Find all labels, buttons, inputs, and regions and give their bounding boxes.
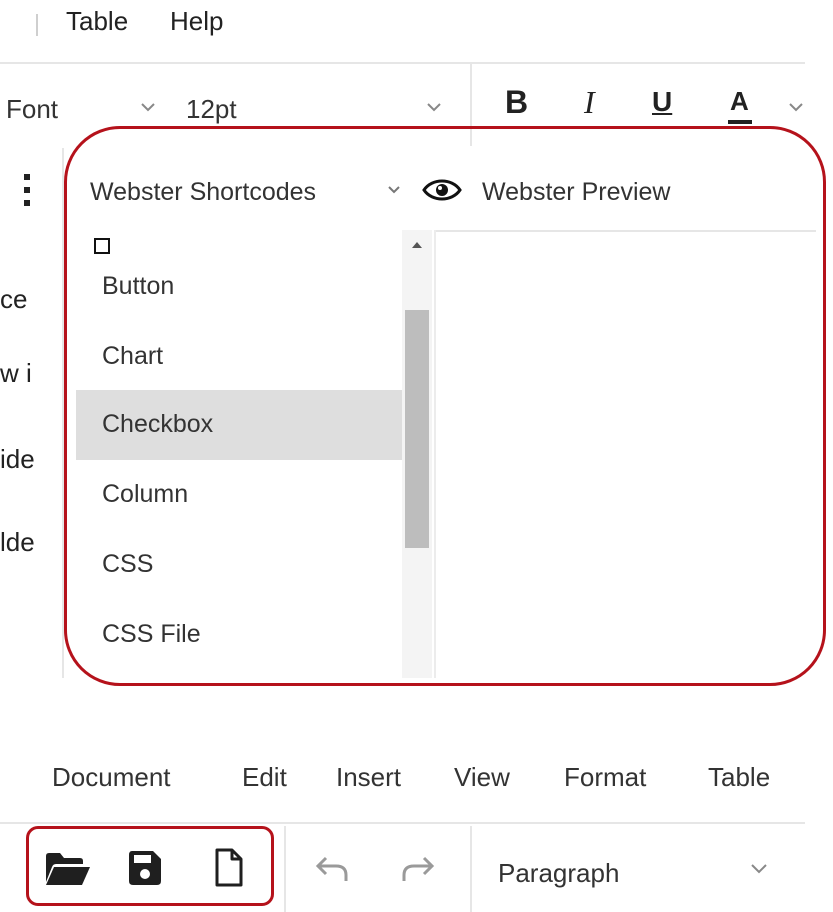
chevron-down-icon[interactable] — [788, 101, 804, 113]
menu-view[interactable]: View — [454, 762, 510, 793]
menu-edit[interactable]: Edit — [242, 762, 287, 793]
undo-icon[interactable] — [314, 854, 350, 884]
block-format-select[interactable]: Paragraph — [498, 858, 619, 889]
chevron-down-icon[interactable] — [750, 862, 768, 874]
font-family-select[interactable]: Font — [6, 94, 58, 125]
font-color-button[interactable]: A — [730, 86, 749, 117]
file-actions-highlight-callout — [26, 826, 274, 906]
document-text-fragment: lde — [0, 527, 35, 557]
toolbar-divider — [284, 826, 286, 912]
webster-highlight-callout — [64, 126, 826, 686]
top-menubar: Table Help — [0, 0, 833, 60]
font-size-select[interactable]: 12pt — [186, 94, 237, 125]
underline-button[interactable]: U — [652, 86, 672, 118]
document-text-fragment: w i — [0, 358, 32, 388]
menu-format[interactable]: Format — [564, 762, 646, 793]
menu-table[interactable]: Table — [66, 6, 128, 37]
menu-help[interactable]: Help — [170, 6, 223, 37]
document-text-fragment: ce — [0, 284, 28, 314]
menu-document[interactable]: Document — [52, 762, 171, 793]
chevron-down-icon[interactable] — [140, 101, 156, 113]
bottom-menubar-divider — [0, 822, 805, 824]
italic-button[interactable]: I — [584, 84, 595, 121]
document-text-fragment: ide — [0, 444, 35, 474]
menu-insert[interactable]: Insert — [336, 762, 401, 793]
more-vertical-icon[interactable] — [24, 174, 30, 208]
chevron-down-icon[interactable] — [426, 101, 442, 113]
menu-table[interactable]: Table — [708, 762, 770, 793]
font-color-swatch — [728, 120, 752, 124]
menu-separator — [36, 14, 38, 36]
toolbar-divider — [470, 826, 472, 912]
redo-icon[interactable] — [400, 854, 436, 884]
bold-button[interactable]: B — [505, 84, 528, 121]
bottom-menubar: Document Edit Insert View Format Table — [0, 756, 833, 804]
